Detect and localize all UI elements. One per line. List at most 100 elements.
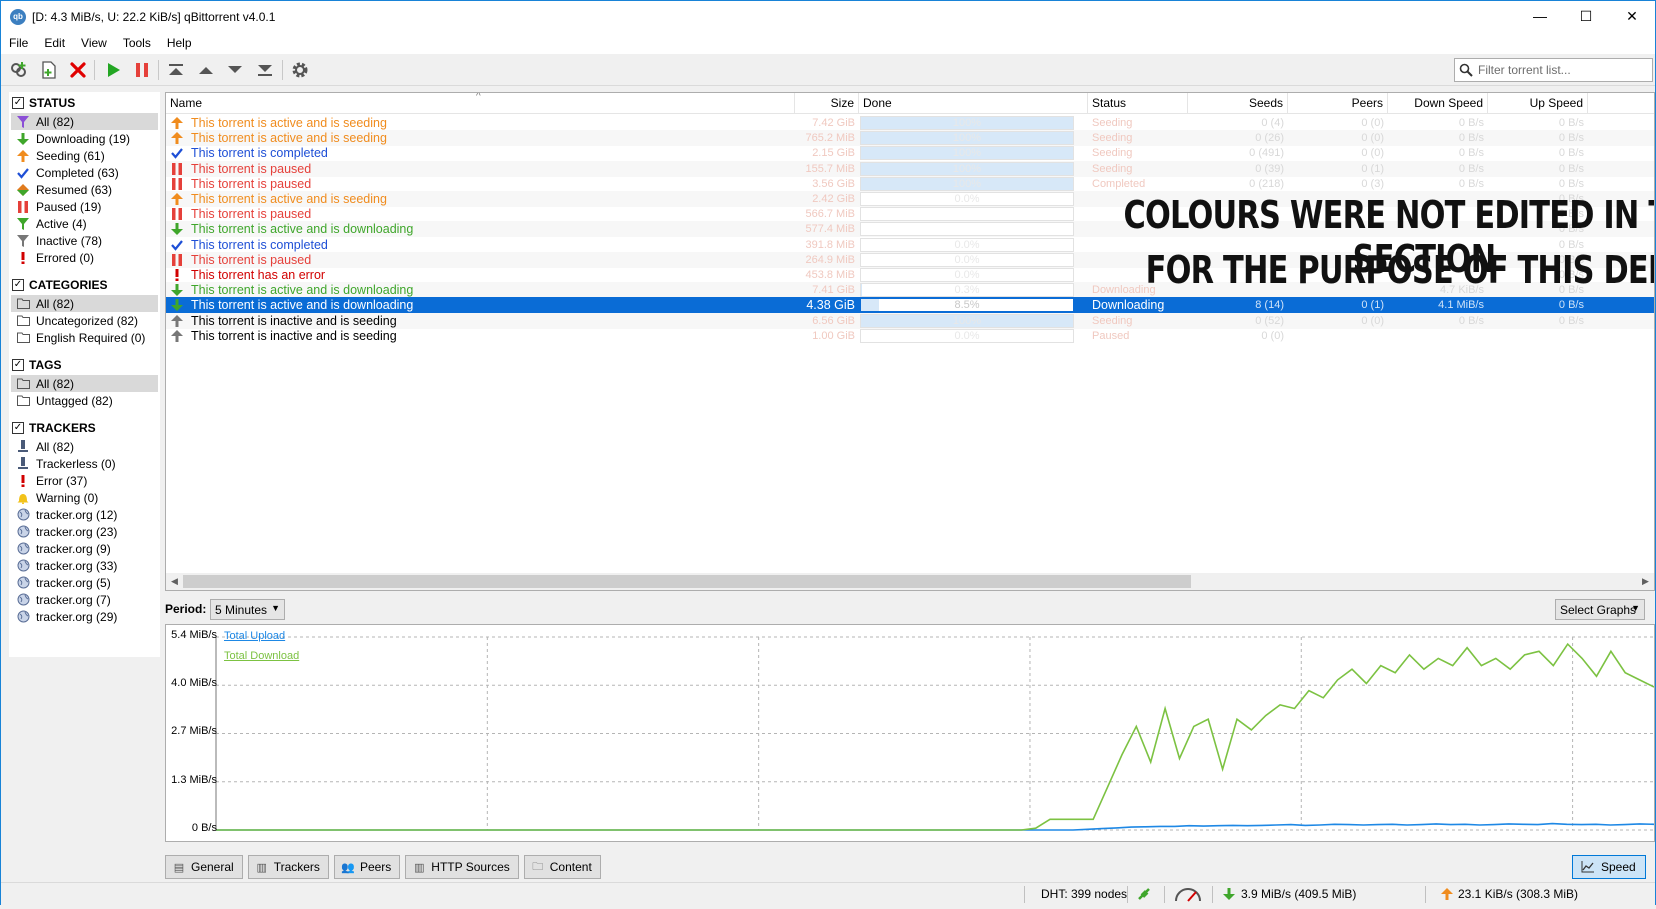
filter-box[interactable]	[1454, 58, 1653, 82]
horizontal-scrollbar[interactable]: ◀ ▶	[166, 573, 1654, 590]
column-header-name[interactable]: Name	[166, 93, 795, 114]
tab-speed[interactable]: Speed	[1572, 855, 1646, 879]
filter-input[interactable]	[1478, 63, 1648, 77]
status-resumed[interactable]: Resumed (63)	[11, 181, 158, 198]
tracker-org-23[interactable]: tracker.org (23)	[11, 523, 158, 540]
torrent-list[interactable]: ^ Name Size Done Status Seeds Peers Down…	[165, 92, 1655, 591]
move-top-button[interactable]	[165, 59, 187, 81]
move-up-button[interactable]	[195, 59, 217, 81]
download-speed-total[interactable]: 3.9 MiB/s (409.5 MiB)	[1241, 883, 1356, 905]
trackers-section-header[interactable]: ✓ TRACKERS	[12, 419, 96, 437]
status-section-header[interactable]: ✓ STATUS	[12, 94, 75, 112]
column-header-done[interactable]: Done	[859, 93, 1088, 114]
tab-content[interactable]: 🗀 Content	[523, 855, 601, 879]
period-select[interactable]: 5 Minutes ▼	[210, 599, 285, 620]
menu-tools[interactable]: Tools	[115, 36, 159, 50]
column-header-status[interactable]: Status	[1088, 93, 1188, 114]
upload-speed-total[interactable]: 23.1 KiB/s (308.3 MiB)	[1458, 883, 1578, 905]
tab-http-sources[interactable]: ▥ HTTP Sources	[405, 855, 519, 879]
tracker-trackerless[interactable]: Trackerless (0)	[11, 455, 158, 472]
tab-trackers[interactable]: ▥ Trackers	[247, 855, 329, 879]
tracker-org-7[interactable]: tracker.org (7)	[11, 591, 158, 608]
scrollbar-thumb[interactable]	[183, 575, 1191, 588]
torrent-name-cell[interactable]: This torrent is active and is seeding	[170, 130, 800, 146]
checkbox-icon[interactable]: ✓	[12, 359, 24, 371]
status-completed[interactable]: Completed (63)	[11, 164, 158, 181]
torrent-name-cell[interactable]: This torrent is inactive and is seeding	[170, 313, 800, 329]
table-row[interactable]: This torrent is paused 155.7 MiB 100% Seedi…	[166, 160, 1654, 177]
torrent-name-cell[interactable]: This torrent is paused	[170, 206, 800, 222]
tab-general[interactable]: ▤ General	[165, 855, 243, 879]
torrent-name-cell[interactable]: This torrent is active and is seeding	[170, 191, 800, 207]
column-header-up-speed[interactable]: Up Speed	[1488, 93, 1588, 114]
resume-button[interactable]	[102, 59, 124, 81]
table-row[interactable]: This torrent is inactive and is seeding 1…	[166, 328, 1654, 344]
tag-all[interactable]: All (82)	[11, 375, 158, 392]
table-row[interactable]: This torrent is active and is seeding 765…	[166, 130, 1654, 147]
tracker-org-29[interactable]: tracker.org (29)	[11, 608, 158, 625]
table-row[interactable]: This torrent is inactive and is seeding 6…	[166, 312, 1654, 329]
legend-total-upload[interactable]: Total Upload	[224, 630, 285, 642]
checkbox-icon[interactable]: ✓	[12, 422, 24, 434]
tracker-org-33[interactable]: tracker.org (33)	[11, 557, 158, 574]
minimize-button[interactable]: —	[1517, 1, 1563, 31]
category-uncategorized[interactable]: Uncategorized (82)	[11, 312, 158, 329]
tags-section-header[interactable]: ✓ TAGS	[12, 356, 61, 374]
column-header-down-speed[interactable]: Down Speed	[1388, 93, 1488, 114]
column-header-peers[interactable]: Peers	[1288, 93, 1388, 114]
add-torrent-file-button[interactable]	[38, 59, 60, 81]
tracker-org-9[interactable]: tracker.org (9)	[11, 540, 158, 557]
menu-file[interactable]: File	[1, 36, 36, 50]
column-header-size[interactable]: Size	[795, 93, 859, 114]
torrent-name-cell[interactable]: This torrent is paused	[170, 176, 800, 192]
tag-untagged[interactable]: Untagged (82)	[11, 392, 158, 409]
menu-edit[interactable]: Edit	[36, 36, 73, 50]
status-errored[interactable]: Errored (0)	[11, 249, 158, 266]
table-row[interactable]: This torrent is paused 3.56 GiB 100% Comple…	[166, 176, 1654, 192]
status-active[interactable]: Active (4)	[11, 215, 158, 232]
scroll-left-icon[interactable]: ◀	[166, 573, 183, 590]
column-header-seeds[interactable]: Seeds	[1188, 93, 1288, 114]
torrent-name-cell[interactable]: This torrent is paused	[170, 161, 800, 177]
status-inactive[interactable]: Inactive (78)	[11, 232, 158, 249]
torrent-name-cell[interactable]: This torrent is completed	[170, 145, 800, 161]
table-row[interactable]: This torrent is active and is downloadin…	[166, 297, 1654, 314]
checkbox-icon[interactable]: ✓	[12, 97, 24, 109]
table-row[interactable]: This torrent is completed 2.15 GiB 100% See…	[166, 145, 1654, 161]
torrent-name-cell[interactable]: This torrent is active and is downloadin…	[170, 282, 800, 298]
torrent-name-cell[interactable]: This torrent is inactive and is seeding	[170, 328, 800, 344]
tracker-error[interactable]: Error (37)	[11, 472, 158, 489]
delete-torrent-button[interactable]	[67, 59, 89, 81]
menu-view[interactable]: View	[73, 36, 115, 50]
move-down-button[interactable]	[224, 59, 246, 81]
tracker-org-12[interactable]: tracker.org (12)	[11, 506, 158, 523]
category-english-required[interactable]: English Required (0)	[11, 329, 158, 346]
torrent-name-cell[interactable]: This torrent is active and is downloadin…	[170, 297, 800, 313]
torrent-name-cell[interactable]: This torrent is active and is seeding	[170, 115, 800, 131]
select-graphs-dropdown[interactable]: Select Graphs ▼	[1555, 599, 1645, 620]
torrent-name-cell[interactable]: This torrent is paused	[170, 252, 800, 268]
checkbox-icon[interactable]: ✓	[12, 279, 24, 291]
add-torrent-link-button[interactable]	[8, 59, 30, 81]
legend-total-download[interactable]: Total Download	[224, 650, 299, 662]
torrent-name-cell[interactable]: This torrent has an error	[170, 267, 800, 283]
pause-button[interactable]	[131, 59, 153, 81]
options-button[interactable]	[289, 59, 311, 81]
close-button[interactable]: ✕	[1609, 1, 1655, 31]
scroll-right-icon[interactable]: ▶	[1637, 573, 1654, 590]
status-all[interactable]: All (82)	[11, 113, 158, 130]
move-bottom-button[interactable]	[254, 59, 276, 81]
tab-peers[interactable]: 👥 Peers	[333, 855, 401, 879]
status-downloading[interactable]: Downloading (19)	[11, 130, 158, 147]
menu-help[interactable]: Help	[159, 36, 200, 50]
categories-section-header[interactable]: ✓ CATEGORIES	[12, 276, 107, 294]
category-all[interactable]: All (82)	[11, 295, 158, 312]
maximize-button[interactable]: ☐	[1563, 1, 1609, 31]
torrent-name-cell[interactable]: This torrent is active and is downloadin…	[170, 221, 800, 237]
table-row[interactable]: This torrent is active and is seeding 7.4…	[166, 115, 1654, 131]
tracker-warning[interactable]: Warning (0)	[11, 489, 158, 506]
tracker-all[interactable]: All (82)	[11, 438, 158, 455]
status-seeding[interactable]: Seeding (61)	[11, 147, 158, 164]
status-paused[interactable]: Paused (19)	[11, 198, 158, 215]
torrent-name-cell[interactable]: This torrent is completed	[170, 237, 800, 253]
